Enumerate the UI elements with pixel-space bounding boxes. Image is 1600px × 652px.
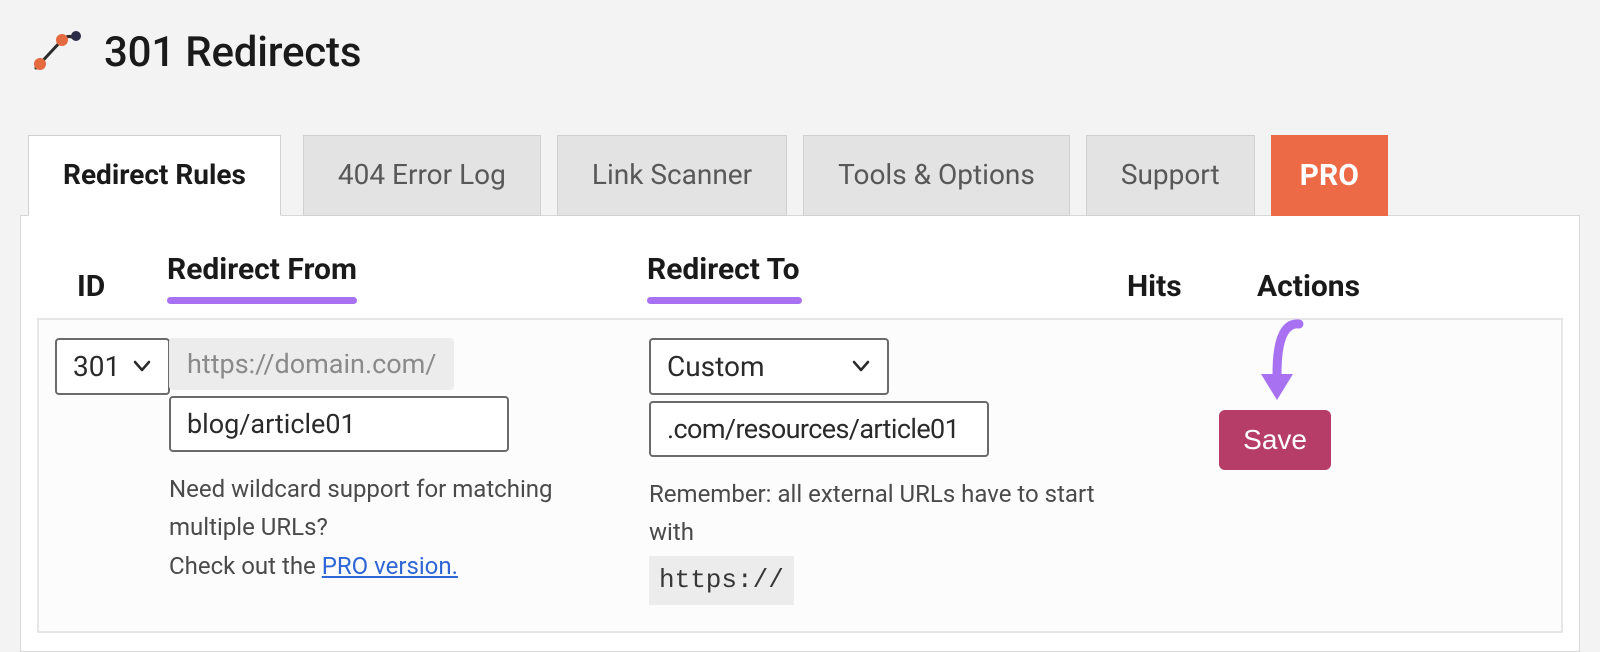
redirect-code-select[interactable]: 301 <box>55 338 170 395</box>
redirect-to-type-select[interactable]: Custom <box>649 338 889 395</box>
tab-404-error-log[interactable]: 404 Error Log <box>303 135 541 216</box>
tab-redirect-rules[interactable]: Redirect Rules <box>28 135 281 216</box>
redirect-to-type-value: Custom <box>667 350 765 383</box>
chevron-down-icon <box>851 350 871 383</box>
col-header-hits: Hits <box>1127 269 1257 304</box>
tabs-bar: Redirect Rules 404 Error Log Link Scanne… <box>20 135 1580 216</box>
from-hint-line2-prefix: Check out the <box>169 552 322 580</box>
col-header-redirect-from: Redirect From <box>167 252 647 287</box>
tab-support[interactable]: Support <box>1086 135 1255 216</box>
tab-link-scanner[interactable]: Link Scanner <box>557 135 787 216</box>
table-row: 301 https://domain.com/ Need wildcard su… <box>37 318 1563 633</box>
https-code-chip: https:// <box>649 556 794 606</box>
cell-redirect-from: https://domain.com/ Need wildcard suppor… <box>169 338 649 605</box>
annotation-arrow-icon <box>1253 316 1313 420</box>
page-header: 301 Redirects <box>20 28 1580 77</box>
chevron-down-icon <box>132 350 152 383</box>
col-header-id: ID <box>77 269 167 304</box>
to-hint-line1: Remember: all external URLs have to star… <box>649 480 1095 546</box>
highlight-underline-to <box>647 297 802 304</box>
table-header-row: ID Redirect From Redirect To Hits Action… <box>37 234 1563 318</box>
redirect-code-value: 301 <box>73 350 120 383</box>
redirect-from-path-input[interactable] <box>169 396 509 452</box>
col-header-actions: Actions <box>1257 269 1437 304</box>
redirect-icon <box>32 30 82 76</box>
domain-prefix-display: https://domain.com/ <box>169 338 454 390</box>
highlight-underline-from <box>167 297 357 304</box>
tab-pro[interactable]: PRO <box>1271 135 1388 216</box>
from-hint-line1: Need wildcard support for matching multi… <box>169 475 553 541</box>
tab-tools-options[interactable]: Tools & Options <box>803 135 1070 216</box>
rules-panel: ID Redirect From Redirect To Hits Action… <box>20 215 1580 652</box>
pro-version-link[interactable]: PRO version. <box>322 552 458 580</box>
redirect-from-hint: Need wildcard support for matching multi… <box>169 470 619 585</box>
col-header-redirect-to: Redirect To <box>647 252 1127 287</box>
redirect-to-hint: Remember: all external URLs have to star… <box>649 475 1099 605</box>
cell-id: 301 <box>49 338 169 605</box>
cell-redirect-to: Custom Remember: all external URLs have … <box>649 338 1129 605</box>
save-button[interactable]: Save <box>1219 410 1331 470</box>
redirect-to-path-input[interactable] <box>649 401 989 457</box>
cell-hits <box>1129 338 1259 605</box>
page-title: 301 Redirects <box>104 28 361 77</box>
